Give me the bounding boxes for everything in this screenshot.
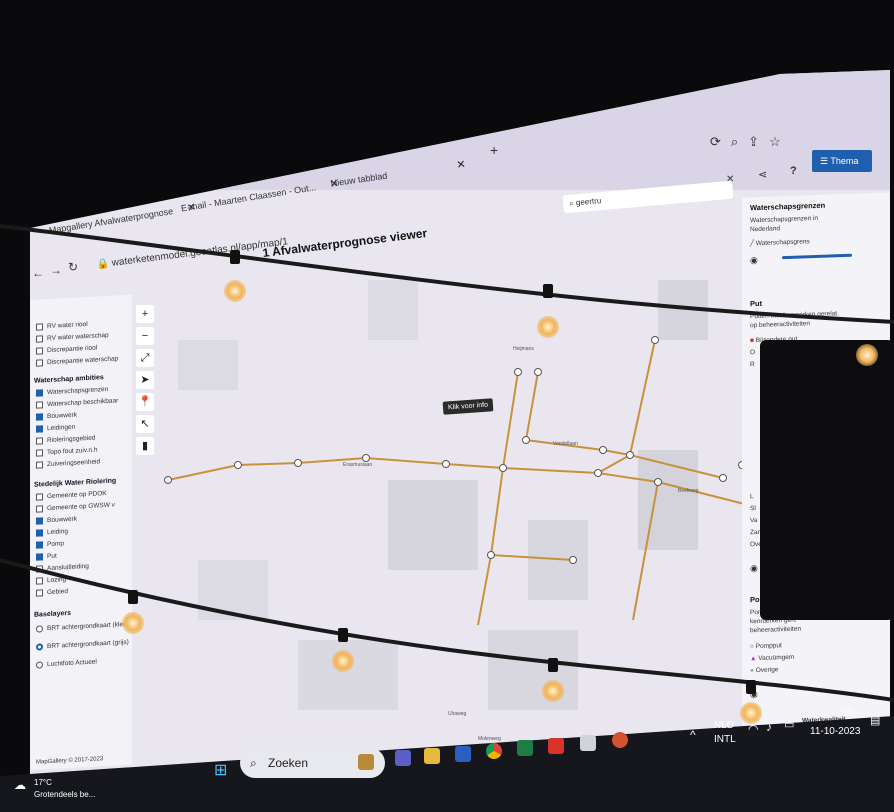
light-bulb: [537, 316, 559, 338]
light-bulb: [856, 344, 878, 366]
search-icon: ⌕: [250, 756, 257, 770]
light-bulb-cap: [338, 628, 348, 642]
powerpoint-icon[interactable]: [612, 732, 628, 748]
app-icon[interactable]: [548, 738, 564, 754]
string-lights: [0, 224, 894, 702]
briefcase-icon[interactable]: [358, 754, 374, 770]
weather-temp: 17°C: [34, 778, 52, 787]
notification-icon[interactable]: ▤: [870, 714, 880, 727]
start-button[interactable]: ⊞: [214, 760, 227, 780]
word-icon[interactable]: [455, 746, 471, 762]
excel-icon[interactable]: [517, 740, 533, 756]
battery-icon[interactable]: ▭: [784, 718, 794, 731]
chrome-icon[interactable]: [486, 743, 502, 759]
light-bulb-cap: [543, 284, 553, 298]
weather-icon[interactable]: ☁: [14, 778, 26, 792]
explorer-icon[interactable]: [424, 748, 440, 764]
light-bulb: [740, 702, 762, 724]
clipboard-icon[interactable]: [580, 735, 596, 751]
clock-time[interactable]: 10:: [840, 708, 854, 719]
chevron-up-icon[interactable]: ^: [690, 728, 696, 742]
photo-of-screen: Mapgallery Afvalwaterprognose ✕ E-mail - …: [0, 0, 894, 812]
wifi-icon[interactable]: ◠: [748, 722, 758, 736]
light-bulb: [122, 612, 144, 634]
teams-icon[interactable]: [395, 750, 411, 766]
light-bulb-cap: [230, 250, 240, 264]
light-bulb-cap: [746, 680, 756, 694]
light-cable: [0, 224, 894, 324]
input-language[interactable]: NLD: [714, 720, 734, 731]
light-bulb: [224, 280, 246, 302]
clock-date[interactable]: 11-10-2023: [810, 726, 860, 737]
light-bulb-cap: [128, 590, 138, 604]
weather-desc: Grotendeels be...: [34, 790, 96, 799]
light-bulb-cap: [548, 658, 558, 672]
volume-icon[interactable]: ♪: [766, 720, 772, 734]
light-bulb: [332, 650, 354, 672]
input-layout[interactable]: INTL: [714, 734, 736, 745]
light-bulb: [542, 680, 564, 702]
